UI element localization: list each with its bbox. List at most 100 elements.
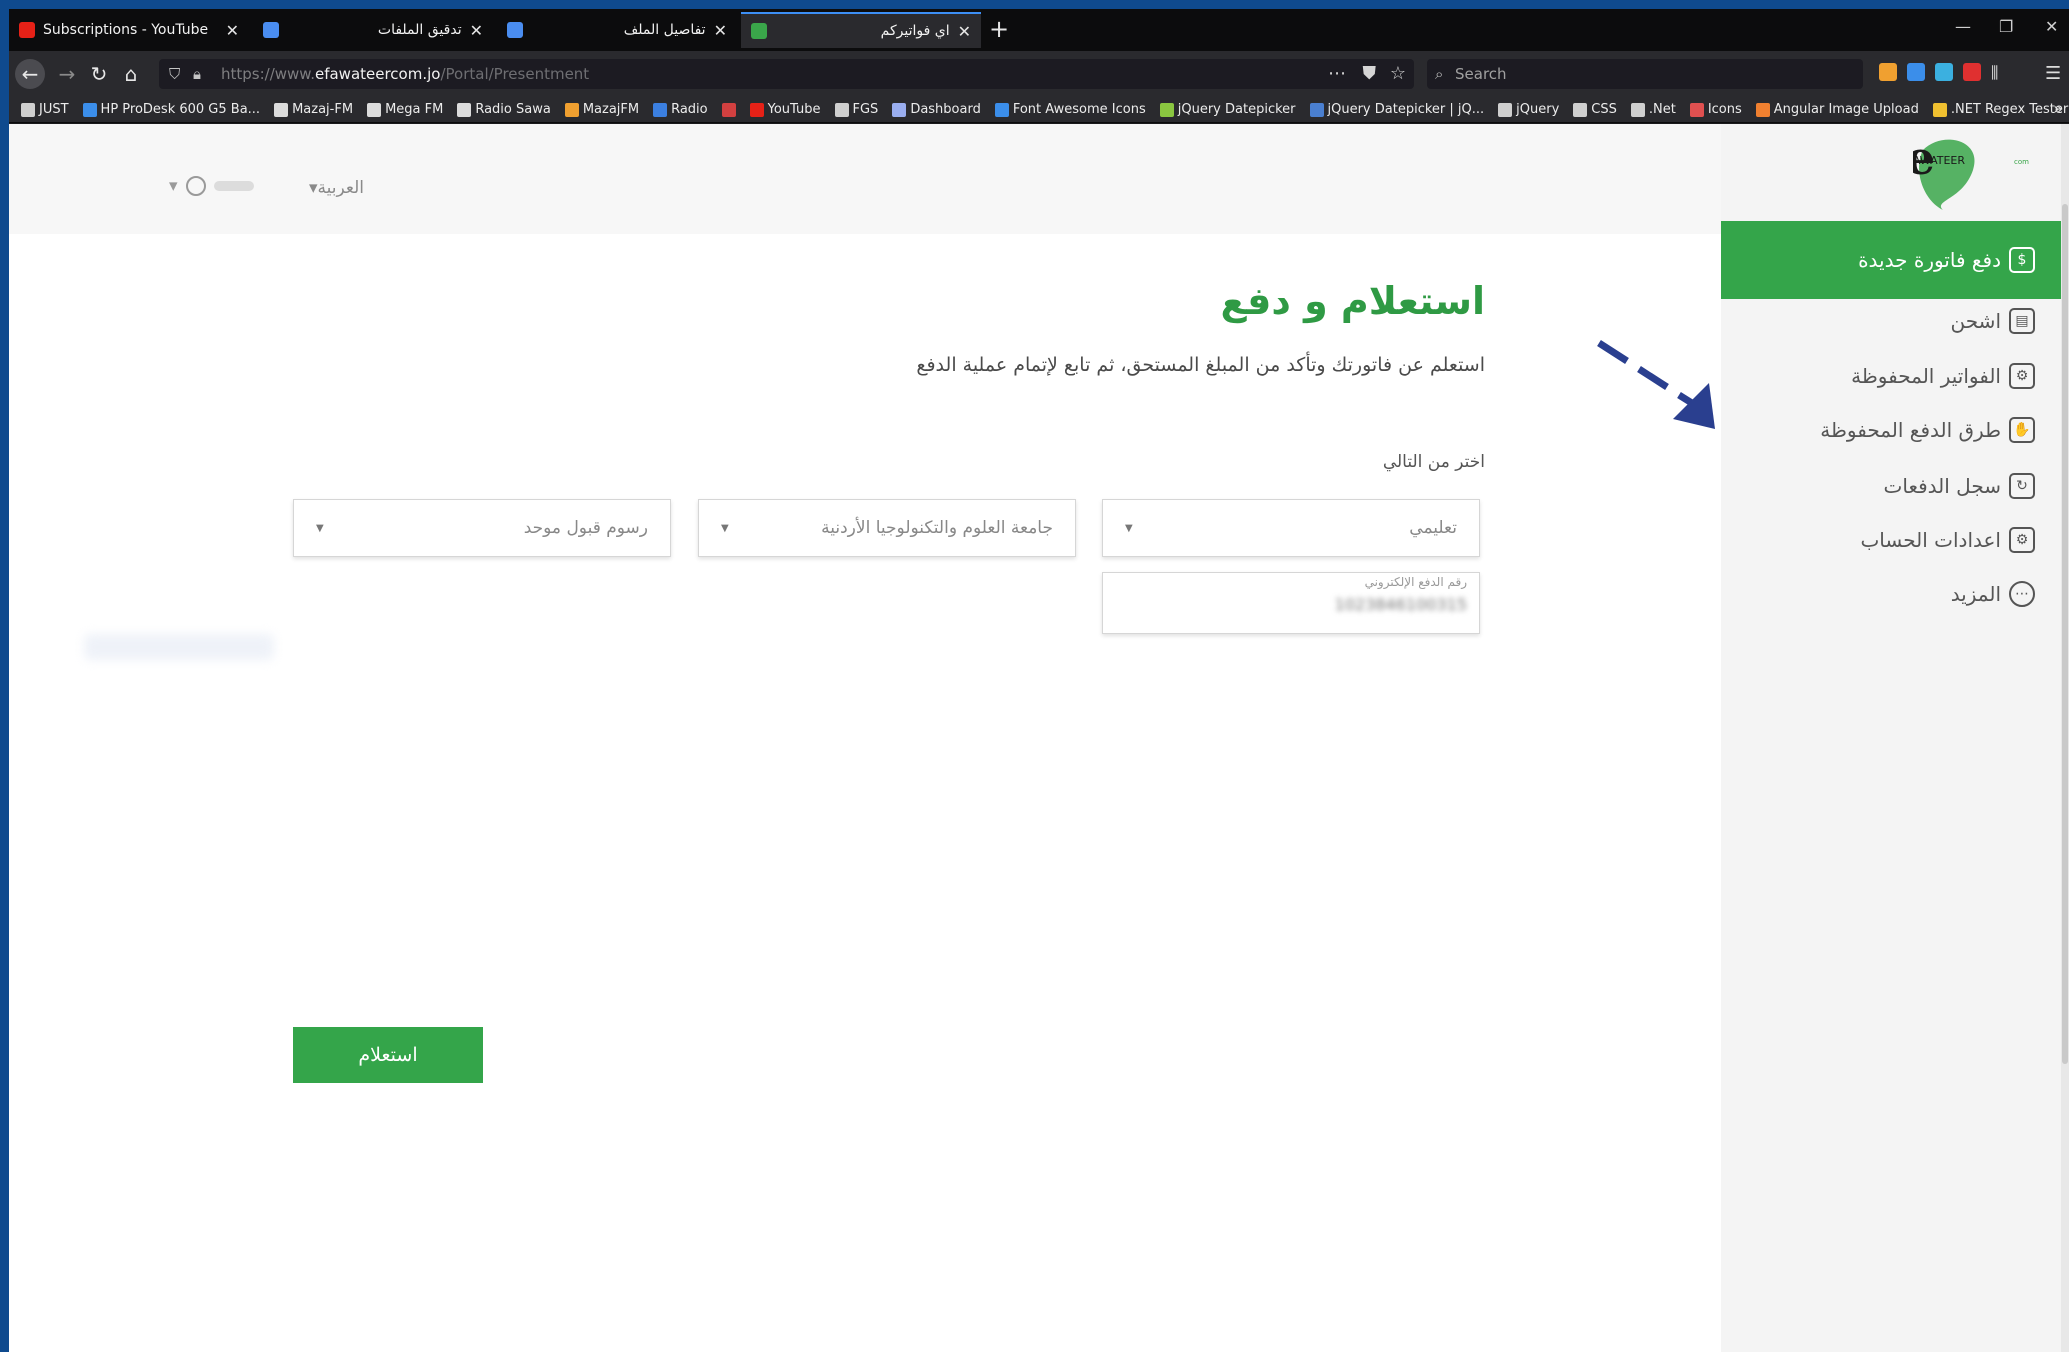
bookmark-icon [994,102,1009,117]
page-actions-icon[interactable]: ⋯ [1328,59,1346,89]
bookmark-icon [721,102,736,117]
bookmark-item[interactable]: .NET Regex Tester [1932,102,2068,117]
service-select-value: رسوم قبول موحد [523,518,648,538]
library-icon[interactable]: ⫼ [1991,63,2009,82]
bookmark-item[interactable]: Font Awesome Icons [994,102,1146,117]
blurred-element [84,634,274,660]
bookmark-item[interactable]: jQuery [1498,102,1559,117]
sidebar-item-card[interactable]: ✋ طرق الدفع المحفوظة [1721,405,2061,455]
shield-icon[interactable]: ⛉ [169,59,180,89]
bookmark-item[interactable]: FGS [834,102,879,117]
biller-select[interactable]: جامعة العلوم والتكنولوجيا الأردنية ▼ [698,499,1076,557]
document-icon [507,22,523,38]
inquire-button[interactable]: استعلام [293,1027,483,1083]
bookmark-item[interactable]: JUST [21,102,69,117]
bookmark-item[interactable]: CSS [1573,102,1617,117]
bookmark-label: FGS [852,102,879,117]
sidebar-item-history[interactable]: ↻ سجل الدفعات [1721,461,2061,511]
home-icon[interactable]: ⌂ [115,58,147,90]
sidebar-item-saved-bills[interactable]: ⚙ الفواتير المحفوظة [1721,351,2061,401]
extension-icon[interactable] [1907,63,1925,81]
pocket-icon[interactable]: ⛊ [1363,59,1377,89]
tab-efawateercom[interactable]: اي فواتيركم ✕ [741,12,981,48]
bookmark-item[interactable]: MazajFM [564,102,639,117]
epay-number-field[interactable]: رقم الدفع الإلكتروني 1023846100315 [1102,572,1480,634]
maximize-icon[interactable]: ❐ [1999,17,2013,36]
bookmark-item[interactable]: jQuery Datepicker [1159,102,1296,117]
tab-file-details[interactable]: تفاصيل الملف ✕ [497,12,737,48]
bookmark-item[interactable]: Icons [1689,102,1742,117]
bookmark-item[interactable]: .Net [1630,102,1676,117]
sidebar-item-label: دفع فاتورة جديدة [1858,248,2001,272]
sidebar-item-label: سجل الدفعات [1883,474,2001,498]
bookmark-item[interactable]: Mazaj-FM [274,102,353,117]
bookmark-icon [457,102,472,117]
bookmark-icon [564,102,579,117]
bookmark-icon [892,102,907,117]
bookmark-item[interactable]: Dashboard [892,102,981,117]
top-header: العربية▾ ▾ [9,124,1721,234]
search-icon: ⌕ [1435,65,1444,83]
youtube-icon [19,22,35,38]
language-switcher[interactable]: العربية▾ [309,178,364,198]
bookmark-icon [1573,102,1588,117]
navigation-bar: ← → ↻ ⌂ ⛉ 🔒︎ https://www.efawateercom.jo… [9,51,2069,97]
window-close-icon[interactable]: ✕ [2045,17,2058,36]
bookmark-item[interactable]: Angular Image Upload [1755,102,1919,117]
bookmark-item[interactable]: Mega FM [367,102,443,117]
tab-title: اي فواتيركم [880,23,950,39]
back-icon[interactable]: ← [15,59,45,89]
epay-number-value[interactable]: 1023846100315 [1335,595,1467,614]
sidebar-item-label: اعدادات الحساب [1860,528,2001,552]
sidebar-item-bill[interactable]: $ دفع فاتورة جديدة [1721,221,2061,299]
tab-title: تفاصيل الملف [623,22,706,38]
bookmark-item[interactable] [721,102,736,117]
bookmark-label: Mazaj-FM [292,102,354,117]
forward-icon[interactable]: → [51,58,83,90]
tab-file-audit[interactable]: تدقيق الملفات ✕ [253,12,493,48]
reload-icon[interactable]: ↻ [83,58,115,90]
bookmarks-bar: JUST HP ProDesk 600 G5 Ba... Mazaj-FM Mega … [9,97,2069,123]
bookmark-icon [1689,102,1704,117]
url-path: /Portal/Presentment [440,65,590,83]
lock-icon: 🔒︎ [193,65,201,83]
url-bar[interactable]: ⛉ 🔒︎ https://www.efawateercom.jo/Portal/… [159,59,1414,89]
bookmark-icon [749,102,764,117]
category-select[interactable]: تعليمي ▼ [1102,499,1480,557]
saved-bills-icon: ⚙ [2009,363,2035,389]
tab-youtube[interactable]: Subscriptions - YouTube ✕ [9,12,249,48]
bookmark-item[interactable]: HP ProDesk 600 G5 Ba... [82,102,260,117]
service-select[interactable]: رسوم قبول موحد ▼ [293,499,671,557]
adblock-icon[interactable] [1963,63,1981,81]
efawateercom-logo[interactable]: e FAWATEER com [1913,130,2043,212]
search-input[interactable]: ⌕ Search [1427,59,1863,89]
menu-icon[interactable]: ☰ [2045,63,2063,84]
user-menu[interactable]: ▾ [169,176,254,196]
bookmark-item[interactable]: Radio Sawa [457,102,551,117]
close-icon[interactable]: ✕ [470,21,483,40]
history-icon: ↻ [2009,473,2035,499]
extension-icon[interactable] [1935,63,1953,81]
sidebar-item-more[interactable]: ⋯ المزيد [1721,569,2061,619]
bookmarks-overflow-icon[interactable]: » [2053,99,2063,118]
bill-icon: $ [2009,247,2035,273]
bookmark-item[interactable]: Radio [653,102,708,117]
new-tab-button[interactable]: + [989,17,1009,41]
minimize-icon[interactable]: — [1955,17,1971,36]
sidebar-item-mobile[interactable]: ▤ اشحن [1721,296,2061,346]
bookmark-item[interactable]: jQuery Datepicker | jQ... [1309,102,1484,117]
close-icon[interactable]: ✕ [958,22,971,41]
annotation-arrow-icon [1597,340,1715,429]
sidebar-item-gear[interactable]: ⚙ اعدادات الحساب [1721,515,2061,565]
close-icon[interactable]: ✕ [714,21,727,40]
scrollbar-thumb[interactable] [2062,204,2068,1064]
bookmark-label: jQuery [1516,102,1560,117]
category-select-value: تعليمي [1409,518,1457,538]
bookmark-item[interactable]: YouTube [749,102,821,117]
bookmark-label: Radio Sawa [475,102,551,117]
extension-icon[interactable] [1879,63,1897,81]
close-icon[interactable]: ✕ [226,21,239,40]
epay-number-label: رقم الدفع الإلكتروني [1364,575,1467,589]
scrollbar[interactable] [2061,124,2069,1352]
bookmark-star-icon[interactable]: ☆ [1390,59,1406,89]
